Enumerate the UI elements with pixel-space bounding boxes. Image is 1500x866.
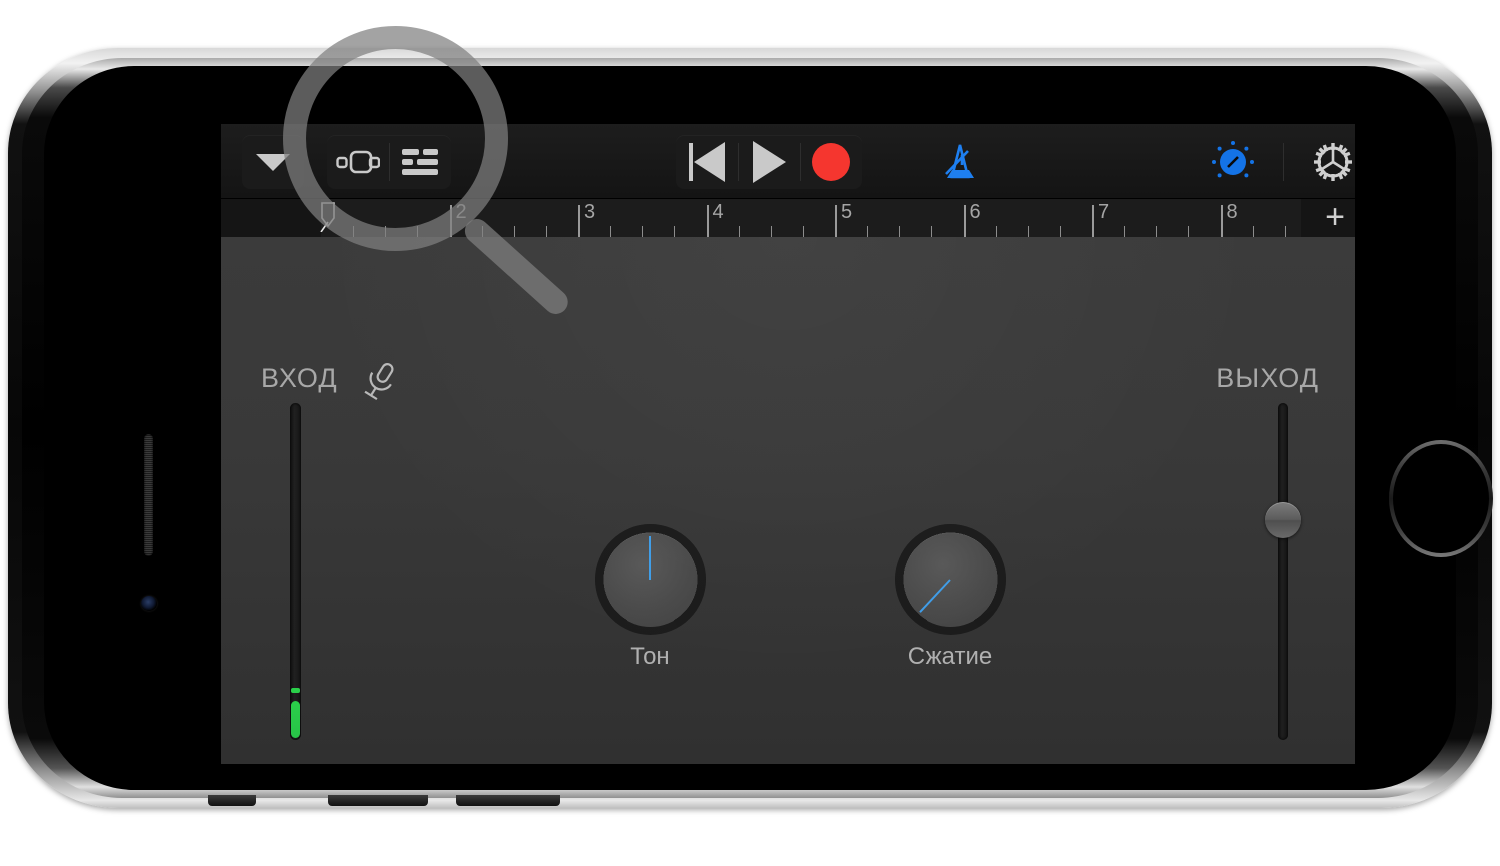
ruler-tick-major xyxy=(963,205,966,237)
input-section-title: ВХОД xyxy=(261,363,338,393)
ruler-tick-minor xyxy=(1188,226,1190,237)
input-level-fill xyxy=(291,700,300,738)
ruler-tick-minor xyxy=(1059,226,1061,237)
ruler-tick-label: 8 xyxy=(1226,201,1238,223)
ruler-tick-minor xyxy=(610,226,612,237)
utility-group xyxy=(1183,135,1355,189)
compressor-knob-control[interactable]: Сжатие xyxy=(900,532,1000,671)
ruler-tick-label: 7 xyxy=(1098,201,1110,223)
tone-knob-control[interactable]: Тон xyxy=(600,532,700,671)
home-button[interactable] xyxy=(1389,440,1493,557)
audio-recorder-panel: ВХОД ВЫХОД Тон Сжатие xyxy=(221,237,1355,764)
ruler-tick-minor xyxy=(1027,226,1029,237)
rewind-to-start-icon xyxy=(689,142,725,182)
output-volume-slider-knob[interactable] xyxy=(1265,502,1301,539)
front-camera-icon xyxy=(141,596,157,611)
output-section-title: ВЫХОД xyxy=(1216,363,1319,393)
rewind-to-start-button[interactable] xyxy=(676,135,738,189)
triangle-down-icon xyxy=(256,153,290,171)
ruler-tick-major xyxy=(1092,205,1094,237)
view-switch-group xyxy=(327,135,451,189)
instrument-view-button[interactable] xyxy=(327,135,389,189)
garageband-app: 2 3 4 5 6 7 8 + ВХОД ВЫХОД Тон Сжатие xyxy=(221,124,1355,764)
ruler-tick-minor xyxy=(642,226,644,237)
phone-device-frame: 2 3 4 5 6 7 8 + ВХОД ВЫХОД Тон Сжатие xyxy=(8,48,1492,808)
ruler-tick-minor xyxy=(545,226,547,237)
phone-screen: 2 3 4 5 6 7 8 + ВХОД ВЫХОД Тон Сжатие xyxy=(221,124,1355,764)
phone-bezel: 2 3 4 5 6 7 8 + ВХОД ВЫХОД Тон Сжатие xyxy=(44,66,1489,790)
ruler-tick-minor xyxy=(995,226,997,237)
record-icon xyxy=(812,143,850,181)
ruler-tick-minor xyxy=(481,226,483,237)
ruler-tick-minor xyxy=(417,226,419,237)
ruler-tick-major xyxy=(449,205,452,237)
tone-knob-label: Тон xyxy=(630,643,670,670)
ruler-tick-major xyxy=(1220,205,1223,237)
ruler-tick-minor xyxy=(1252,226,1254,237)
compressor-knob-label: Сжатие xyxy=(907,643,993,670)
metronome-group xyxy=(929,135,991,189)
knob-fx-icon xyxy=(1212,141,1254,178)
ruler-track xyxy=(321,199,1301,237)
ruler-tick-minor xyxy=(1156,226,1158,237)
ruler-tick-minor xyxy=(353,226,355,237)
metronome-icon xyxy=(945,144,974,179)
input-level-meter xyxy=(290,403,301,740)
ruler-tick-minor xyxy=(802,226,804,237)
ruler-tick-label: 2 xyxy=(455,201,467,223)
instrument-view-icon xyxy=(336,150,380,174)
ruler-tick-major xyxy=(578,205,580,237)
ruler-tick-minor xyxy=(513,226,515,237)
record-button[interactable] xyxy=(800,135,862,189)
earpiece-speaker xyxy=(144,434,153,556)
ruler-tick-minor xyxy=(738,226,740,237)
playhead-marker[interactable] xyxy=(320,202,336,232)
volume-up-button[interactable] xyxy=(328,795,428,806)
play-icon xyxy=(752,141,786,183)
ruler-tick-minor xyxy=(385,226,387,237)
play-button[interactable] xyxy=(738,135,800,189)
ruler-tick-minor xyxy=(674,226,676,237)
timeline-ruler[interactable]: 2 3 4 5 6 7 8 + xyxy=(221,199,1355,237)
navigation-menu-button[interactable] xyxy=(242,135,304,189)
microphone-icon xyxy=(364,363,394,401)
ruler-tick-label: 4 xyxy=(712,201,724,223)
output-volume-slider[interactable] xyxy=(1265,403,1301,740)
settings-button[interactable] xyxy=(1283,135,1355,189)
volume-down-button[interactable] xyxy=(208,795,256,806)
compressor-knob[interactable] xyxy=(902,532,998,627)
fx-knob-button[interactable] xyxy=(1183,135,1283,189)
input-level-peak xyxy=(291,687,300,693)
ruler-tick-minor xyxy=(1284,226,1286,237)
add-section-button[interactable]: + xyxy=(1325,200,1345,234)
metronome-button[interactable] xyxy=(929,135,991,189)
ruler-tick-major xyxy=(706,205,709,237)
ruler-tick-minor xyxy=(931,226,933,237)
ruler-tick-label: 5 xyxy=(841,201,853,223)
ruler-tick-minor xyxy=(899,226,901,237)
gear-icon xyxy=(1314,143,1352,181)
ruler-tick-label: 3 xyxy=(584,201,596,223)
phone-frame-inner: 2 3 4 5 6 7 8 + ВХОД ВЫХОД Тон Сжатие xyxy=(22,58,1489,798)
navigation-group xyxy=(242,135,304,189)
ruler-tick-minor xyxy=(770,226,772,237)
app-toolbar xyxy=(221,124,1355,199)
power-button[interactable] xyxy=(456,795,560,806)
tracks-list-button[interactable] xyxy=(389,135,451,189)
screenshot-root: 2 3 4 5 6 7 8 + ВХОД ВЫХОД Тон Сжатие xyxy=(0,0,1500,866)
tone-knob[interactable] xyxy=(602,532,698,627)
ruler-tick-minor xyxy=(1124,226,1126,237)
transport-group xyxy=(676,135,862,189)
ruler-tick-minor xyxy=(867,226,869,237)
tracks-list-icon xyxy=(402,149,438,175)
compressor-knob-pointer xyxy=(919,578,951,613)
ruler-tick-label: 6 xyxy=(969,201,981,223)
tone-knob-pointer xyxy=(649,535,651,580)
ruler-tick-major xyxy=(835,205,837,237)
